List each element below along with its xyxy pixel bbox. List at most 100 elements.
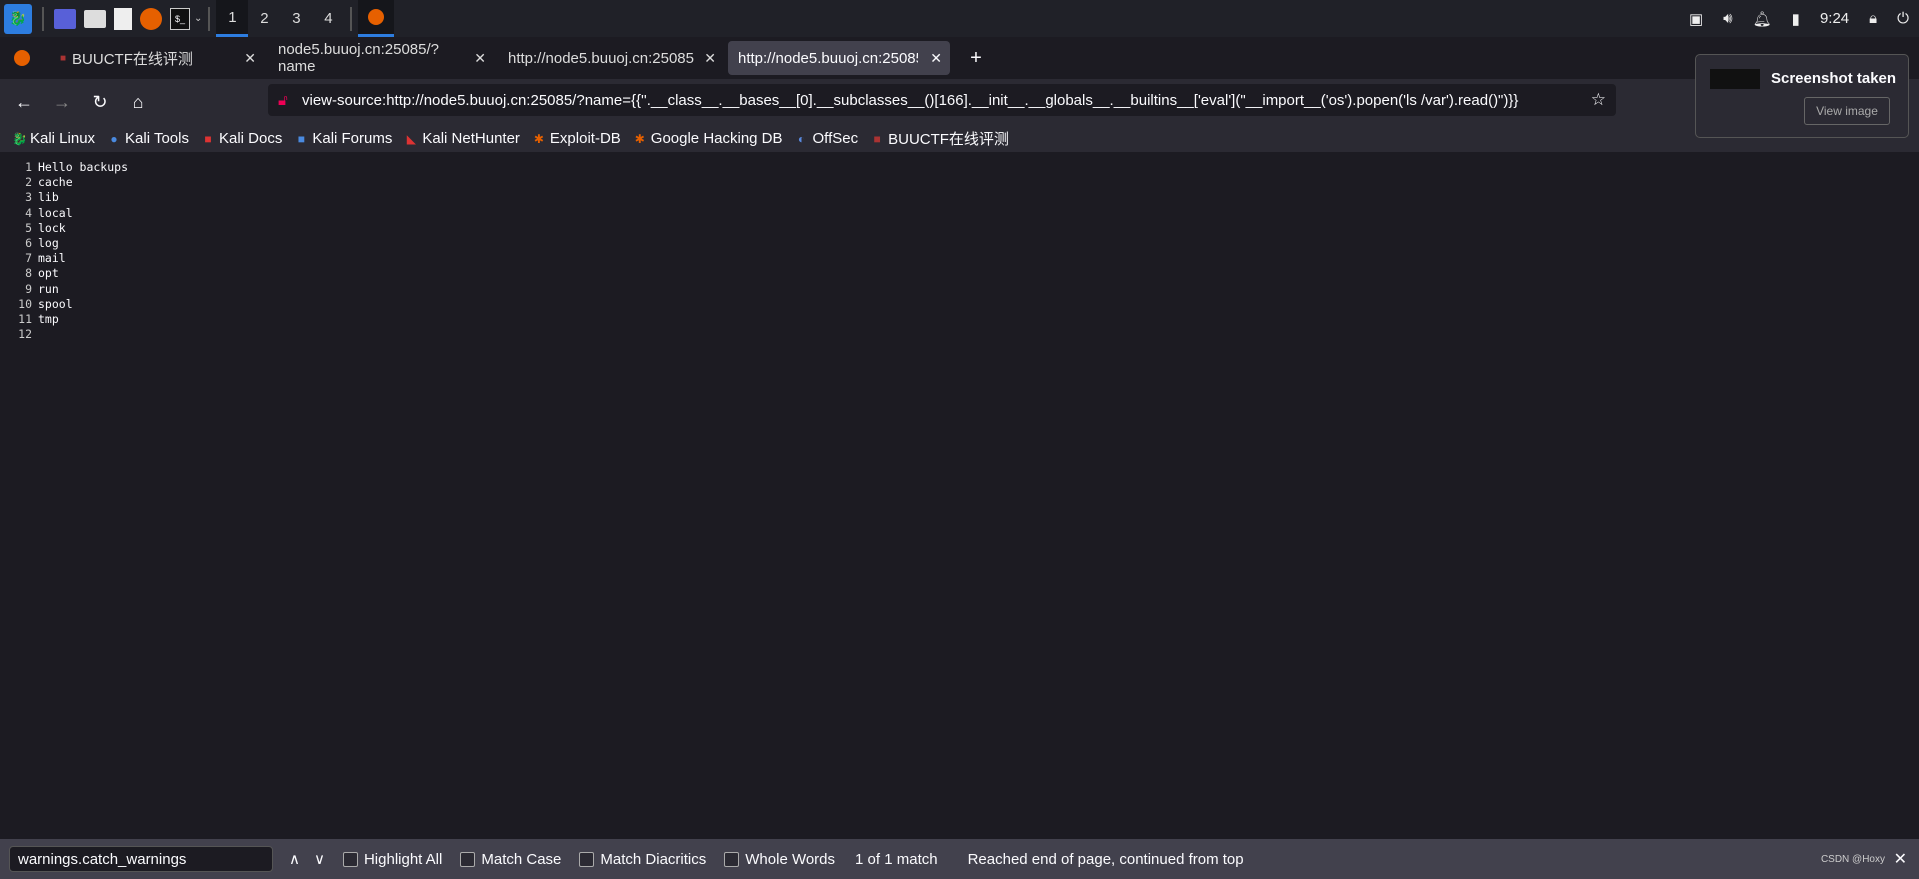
bookmark-label: Kali Docs	[218, 130, 283, 147]
close-tab-icon[interactable]: ✕	[244, 50, 256, 67]
new-tab-button[interactable]: +	[960, 42, 992, 74]
line-number: 4	[25, 205, 32, 220]
bookmark-label: OffSec	[812, 130, 859, 147]
match-case-checkbox[interactable]: Match Case	[460, 851, 561, 868]
chevron-down-icon[interactable]: ⌄	[194, 13, 202, 24]
bookmark-label: Kali Forums	[312, 130, 393, 147]
workspace-2[interactable]: 2	[248, 0, 280, 37]
tab-node5-3[interactable]: http://node5.buuoj.cn:25085/ ✕	[498, 41, 724, 75]
bookmark-label: Kali Tools	[125, 130, 189, 147]
bookmark-label: Kali Linux	[30, 130, 96, 147]
kali-dragon-icon: 🐉	[12, 131, 27, 146]
bookmark-buuctf[interactable]: ■ BUUCTF在线评测	[870, 128, 1008, 149]
find-input[interactable]	[9, 846, 273, 872]
workspace-1[interactable]: 1	[216, 0, 249, 37]
exploit-db-bug-icon: ✱	[533, 131, 544, 146]
match-diacritics-checkbox[interactable]: Match Diacritics	[579, 851, 706, 868]
find-bar: ∧ ∨ Highlight All Match Case Match Diacr…	[0, 838, 1919, 879]
source-line: 7 mail	[0, 251, 1919, 266]
reload-button[interactable]: ↻	[84, 86, 116, 118]
volume-icon[interactable]: 🔊︎	[1723, 10, 1732, 27]
bookmark-kali-tools[interactable]: ● Kali Tools	[107, 130, 189, 147]
taskbar: 🐉 $_ ⌄ 1 2 3 4 ▣ 🔊︎ 🔔︎ ▮ 9:24 🔒︎ ⏻	[0, 0, 1919, 37]
insecure-lock-icon[interactable]: 🔓︎	[278, 92, 288, 109]
bookmark-offsec[interactable]: ◐ OffSec	[795, 130, 859, 147]
checkbox-label: Match Case	[481, 850, 562, 868]
source-line: 6 log	[0, 236, 1919, 251]
find-previous-button[interactable]: ∧	[289, 850, 300, 868]
tab-node5-active[interactable]: http://node5.buuoj.cn:25085/ ✕	[728, 41, 950, 75]
workspace-3[interactable]: 3	[280, 0, 312, 37]
text-editor-icon[interactable]	[114, 7, 132, 30]
screenshot-notification[interactable]: Screenshot taken View image	[1695, 54, 1909, 138]
forward-button[interactable]: →	[46, 86, 78, 118]
source-line: 4 local	[0, 206, 1919, 221]
tab-bar: ■ BUUCTF在线评测 ✕ node5.buuoj.cn:25085/?name ✕…	[0, 37, 1919, 79]
clock[interactable]: 9:24	[1820, 10, 1849, 27]
source-line: 5 lock	[0, 221, 1919, 236]
workspace-4[interactable]: 4	[312, 0, 344, 37]
firefox-window-button[interactable]	[358, 0, 395, 37]
line-number: 11	[18, 311, 32, 326]
firefox-icon[interactable]	[140, 7, 162, 30]
highlight-all-checkbox[interactable]: Highlight All	[342, 851, 442, 868]
bookmark-exploit-db[interactable]: ✱ Exploit-DB	[532, 130, 621, 147]
whole-words-checkbox[interactable]: Whole Words	[724, 851, 835, 868]
desktop-icon[interactable]	[54, 8, 76, 29]
checkbox-label: Whole Words	[745, 850, 836, 868]
firefox-view-icon[interactable]	[6, 42, 38, 74]
ghdb-bug-icon: ✱	[634, 131, 645, 146]
close-tab-icon[interactable]: ✕	[930, 50, 942, 67]
line-text: lock	[38, 220, 66, 235]
find-next-button[interactable]: ∨	[314, 850, 325, 868]
line-text: log	[38, 235, 59, 250]
logout-icon[interactable]: ⏻	[1897, 10, 1909, 27]
tab-node5-name[interactable]: node5.buuoj.cn:25085/?name ✕	[268, 41, 494, 75]
tab-buuctf[interactable]: ■ BUUCTF在线评测 ✕	[50, 41, 264, 75]
source-line: 3 lib	[0, 190, 1919, 205]
source-line: 8 opt	[0, 266, 1919, 281]
line-number: 6	[25, 235, 32, 250]
tab-label: BUUCTF在线评测	[72, 50, 193, 68]
bookmark-kali-nethunter[interactable]: ◣ Kali NetHunter	[404, 130, 520, 147]
bookmark-star-icon[interactable]: ☆	[1590, 90, 1606, 110]
bookmark-google-hacking-db[interactable]: ✱ Google Hacking DB	[633, 130, 783, 147]
buuctf-favicon-icon: ■	[60, 52, 67, 64]
terminal-icon[interactable]: $_	[170, 7, 190, 30]
kali-forums-icon: ■	[297, 131, 305, 146]
tab-label: http://node5.buuoj.cn:25085/	[738, 49, 918, 67]
line-text: lib	[38, 190, 59, 205]
view-image-button[interactable]: View image	[1804, 97, 1890, 125]
nethunter-icon: ◣	[406, 131, 416, 146]
line-text: mail	[38, 251, 66, 266]
find-status: Reached end of page, continued from top	[967, 850, 1244, 868]
close-tab-icon[interactable]: ✕	[474, 50, 486, 67]
line-number: 7	[25, 251, 32, 266]
close-tab-icon[interactable]: ✕	[704, 50, 716, 67]
back-button[interactable]: ←	[8, 86, 40, 118]
kali-menu-icon[interactable]: 🐉	[4, 3, 32, 34]
bookmark-kali-linux[interactable]: 🐉 Kali Linux	[12, 130, 95, 147]
source-line: 1 Hello backups	[0, 160, 1919, 175]
tab-label: node5.buuoj.cn:25085/?name	[278, 41, 439, 75]
lock-icon[interactable]: 🔒︎	[1869, 10, 1877, 27]
notification-bell-icon[interactable]: 🔔︎	[1753, 10, 1772, 28]
source-line: 12	[0, 327, 1919, 342]
divider	[350, 6, 353, 31]
source-line: 11 tmp	[0, 312, 1919, 327]
battery-icon[interactable]: ▮	[1792, 10, 1800, 28]
bookmark-kali-forums[interactable]: ■ Kali Forums	[294, 130, 393, 147]
line-text: Hello backups	[38, 160, 129, 174]
line-number: 3	[25, 190, 32, 205]
url-bar[interactable]: 🔓︎ view-source:http://node5.buuoj.cn:250…	[268, 84, 1616, 116]
url-text: view-source:http://node5.buuoj.cn:25085/…	[302, 91, 1519, 109]
line-text: local	[38, 205, 73, 220]
file-manager-icon[interactable]	[84, 9, 106, 28]
line-text: run	[38, 281, 59, 296]
line-number: 2	[25, 175, 32, 190]
close-findbar-icon[interactable]: ✕	[1894, 849, 1907, 869]
line-text: cache	[38, 175, 73, 190]
home-button[interactable]: ⌂	[122, 86, 154, 118]
bookmark-kali-docs[interactable]: ■ Kali Docs	[201, 130, 282, 147]
network-icon[interactable]: ▣	[1689, 10, 1703, 28]
